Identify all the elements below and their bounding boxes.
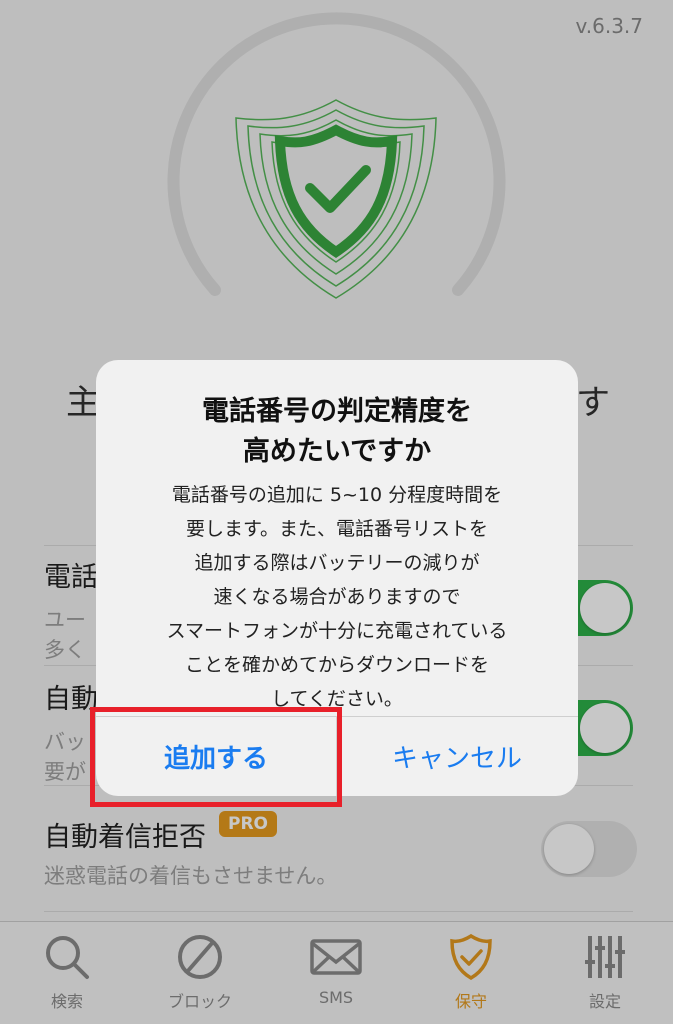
dialog-message: 電話番号の追加に 5~10 分程度時間を 要します。また、電話番号リストを 追加… <box>116 478 558 716</box>
highlight-annotation <box>90 707 342 807</box>
dialog-title: 電話番号の判定精度を 高めたいですか <box>96 392 578 472</box>
dialog-message-line: 速くなる場合がありますので <box>213 586 461 608</box>
dialog-title-line: 電話番号の判定精度を <box>202 396 472 427</box>
cancel-button[interactable]: キャンセル <box>337 716 577 796</box>
dialog-message-line: 電話番号の追加に 5~10 分程度時間を <box>171 484 503 506</box>
dialog-message-line: ことを確かめてからダウンロードを <box>184 654 489 676</box>
dialog-title-line: 高めたいですか <box>242 436 432 467</box>
dialog-message-line: 要します。また、電話番号リストを <box>185 518 489 540</box>
dialog-message-line: 追加する際はバッテリーの減りが <box>194 552 480 574</box>
dialog-message-line: スマートフォンが十分に充電されている <box>166 620 508 642</box>
